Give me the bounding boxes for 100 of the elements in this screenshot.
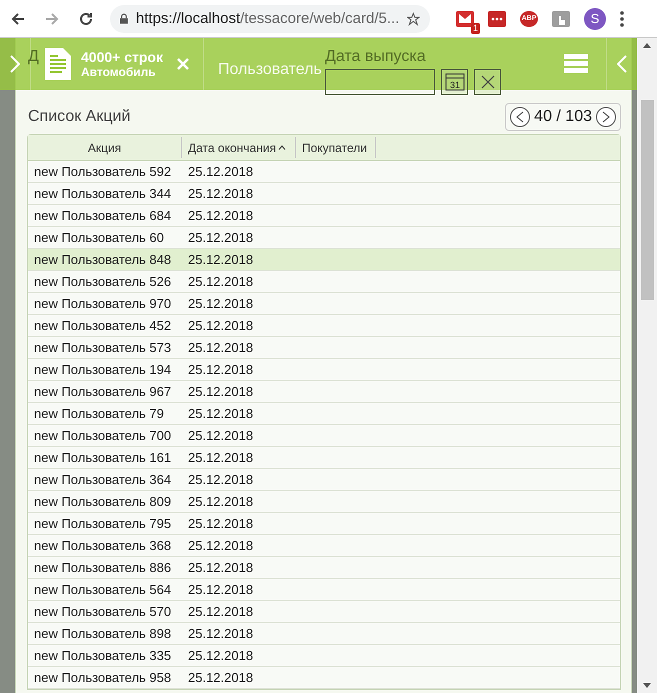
table-row[interactable]: new Пользователь 79 25.12.2018 [28, 403, 620, 425]
table-row[interactable]: new Пользователь 335 25.12.2018 [28, 645, 620, 667]
table-row[interactable]: new Пользователь 526 25.12.2018 [28, 271, 620, 293]
table-cell-text: 25.12.2018 [187, 603, 254, 621]
scrollbar[interactable] [637, 38, 657, 693]
table-row[interactable]: new Пользователь 564 25.12.2018 [28, 579, 620, 601]
table-cell-text: 25.12.2018 [187, 427, 254, 445]
table-cell-text: 25.12.2018 [187, 207, 254, 225]
table-cell-text: 25.12.2018 [187, 471, 254, 489]
scroll-down-icon[interactable] [643, 683, 651, 688]
table-cell-text: 25.12.2018 [187, 273, 254, 291]
table-cell-text: new Пользователь 684 [33, 207, 172, 225]
table-cell-text: 25.12.2018 [187, 185, 254, 203]
table-row[interactable]: new Пользователь 684 25.12.2018 [28, 205, 620, 227]
list-title: Список Акций [28, 108, 130, 126]
table-row[interactable]: new Пользователь 958 25.12.2018 [28, 667, 620, 689]
table-row[interactable]: new Пользователь 452 25.12.2018 [28, 315, 620, 337]
table-cell-text: new Пользователь 958 [33, 669, 172, 687]
more-menu-icon[interactable] [620, 10, 624, 26]
table-cell-text: 25.12.2018 [187, 625, 254, 643]
table-row[interactable]: new Пользователь 967 25.12.2018 [28, 381, 620, 403]
tab-title: 4000+ строк [81, 49, 163, 65]
page-counter: 40 / 103 [534, 108, 592, 126]
close-icon [176, 58, 189, 70]
table-cell-text: 25.12.2018 [187, 581, 254, 599]
table-cell-text: new Пользователь 809 [33, 493, 172, 511]
table-row[interactable]: new Пользователь 573 25.12.2018 [28, 337, 620, 359]
column-header[interactable]: Акция [28, 137, 182, 158]
table-cell-text: 25.12.2018 [187, 515, 254, 533]
table-cell-text: 25.12.2018 [187, 537, 254, 555]
table-cell-text: new Пользователь 886 [33, 559, 172, 577]
table-row[interactable]: new Пользователь 795 25.12.2018 [28, 513, 620, 535]
table-cell-text: 25.12.2018 [187, 251, 254, 269]
table-cell-text: 25.12.2018 [187, 405, 254, 423]
table-row[interactable]: new Пользователь 161 25.12.2018 [28, 447, 620, 469]
url-text: https://localhost/tessacore/web/card/5... [136, 10, 400, 27]
table-cell-text: 25.12.2018 [187, 647, 254, 665]
address-bar[interactable]: https://localhost/tessacore/web/card/5... [110, 4, 430, 32]
table-cell-text: new Пользователь 898 [33, 625, 172, 643]
table-cell-text: 25.12.2018 [187, 383, 254, 401]
table-row[interactable]: new Пользователь 848 25.12.2018 [28, 249, 620, 271]
clear-button[interactable] [474, 69, 501, 95]
table-cell-text: 25.12.2018 [187, 229, 254, 247]
table-row[interactable]: new Пользователь 368 25.12.2018 [28, 535, 620, 557]
chevron-right-icon [602, 111, 610, 123]
sort-ascending-icon [278, 145, 286, 150]
table-cell-text: new Пользователь 79 [33, 405, 165, 423]
table-row[interactable]: new Пользователь 700 25.12.2018 [28, 425, 620, 447]
table-cell-text: new Пользователь 700 [33, 427, 172, 445]
column-header[interactable]: Дата окончания [182, 137, 296, 158]
tab-subtitle: Автомобиль [81, 65, 157, 79]
table-row[interactable]: new Пользователь 886 25.12.2018 [28, 557, 620, 579]
table-row[interactable]: new Пользователь 592 25.12.2018 [28, 161, 620, 183]
table-row[interactable]: new Пользователь 60 25.12.2018 [28, 227, 620, 249]
table-cell-text: new Пользователь 848 [33, 251, 172, 269]
table-cell-text: 25.12.2018 [187, 669, 254, 687]
field-label: Дата выпуска [325, 48, 426, 66]
table-cell-text: new Пользователь 194 [33, 361, 172, 379]
chevron-right-icon [10, 55, 20, 73]
scrollbar-thumb[interactable] [640, 100, 654, 300]
column-header[interactable]: Покупатели [296, 137, 376, 158]
table-cell-text: new Пользователь 161 [33, 449, 172, 467]
next-page-button[interactable] [596, 107, 616, 127]
password-extension-icon[interactable] [488, 10, 506, 26]
field-label: Д [28, 48, 39, 66]
table-cell-text: new Пользователь 60 [33, 229, 165, 247]
table-cell-text: new Пользователь 970 [33, 295, 172, 313]
input-field[interactable] [325, 69, 435, 95]
table-row[interactable]: new Пользователь 194 25.12.2018 [28, 359, 620, 381]
document-icon [45, 48, 71, 80]
mail-extension-icon[interactable] [456, 10, 474, 26]
table-cell-text: new Пользователь 344 [33, 185, 172, 203]
previous-page-button[interactable] [510, 107, 530, 127]
chevron-left-icon [516, 111, 524, 123]
table-row[interactable]: new Пользователь 809 25.12.2018 [28, 491, 620, 513]
chevron-left-icon [617, 55, 627, 73]
back-arrow-icon [10, 10, 26, 26]
close-icon [480, 75, 494, 89]
table-row[interactable]: new Пользователь 570 25.12.2018 [28, 601, 620, 623]
table-cell-text: 25.12.2018 [187, 559, 254, 577]
mail-count-badge: 1 [470, 22, 480, 34]
table-row[interactable]: new Пользователь 970 25.12.2018 [28, 293, 620, 315]
table-cell-text: new Пользователь 967 [33, 383, 172, 401]
table-row[interactable]: new Пользователь 898 25.12.2018 [28, 623, 620, 645]
table-cell-text: 25.12.2018 [187, 339, 254, 357]
table-cell-text: 25.12.2018 [187, 493, 254, 511]
profile-avatar[interactable]: S [584, 8, 606, 30]
table-cell-text: new Пользователь 364 [33, 471, 172, 489]
table-cell-text: new Пользователь 452 [33, 317, 172, 335]
table-cell-text: 25.12.2018 [187, 317, 254, 335]
table-cell-text: new Пользователь 335 [33, 647, 172, 665]
table-row[interactable]: new Пользователь 364 25.12.2018 [28, 469, 620, 491]
table-cell-text: new Пользователь 795 [33, 515, 172, 533]
star-icon[interactable] [407, 10, 420, 26]
table-row[interactable]: new Пользователь 344 25.12.2018 [28, 183, 620, 205]
scroll-up-icon[interactable] [643, 43, 651, 48]
lock-icon [120, 12, 128, 24]
table-cell-text: 25.12.2018 [187, 449, 254, 467]
table-cell-text: new Пользователь 592 [33, 163, 172, 181]
menu-icon [564, 54, 588, 74]
